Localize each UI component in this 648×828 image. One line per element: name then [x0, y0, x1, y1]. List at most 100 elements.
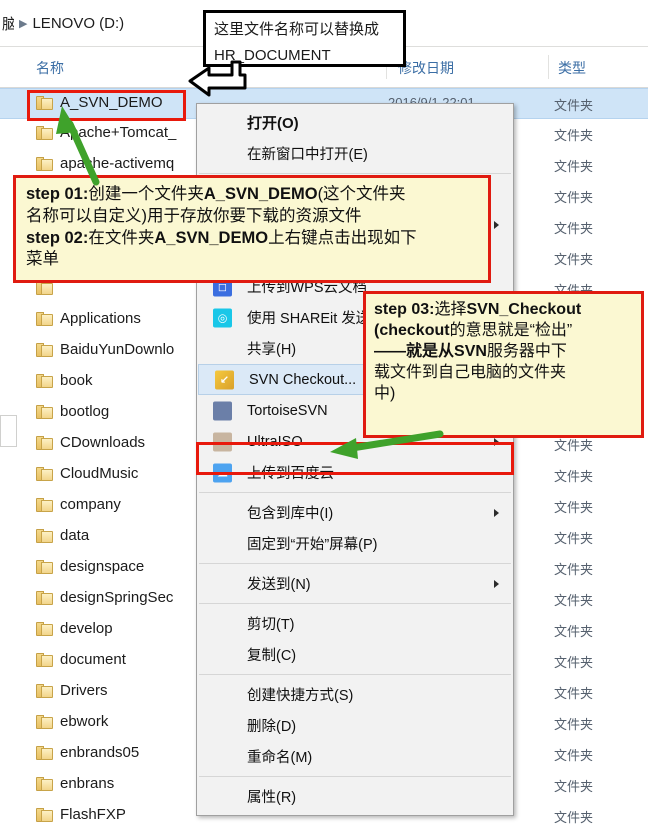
- annotation-step12-line2: 名称可以自定义)用于存放你要下载的资源文件: [26, 206, 362, 225]
- column-header-date[interactable]: 修改日期: [398, 58, 454, 78]
- context-menu-item-label: 属性(R): [247, 790, 297, 806]
- file-name[interactable]: develop: [60, 620, 113, 637]
- folder-icon: [36, 590, 54, 607]
- annotation-step3-line4: 载文件到自己电脑的文件夹: [374, 364, 567, 382]
- file-type: 文件夹: [554, 128, 594, 143]
- annotation-step3-line5: 中): [374, 385, 396, 403]
- file-name[interactable]: company: [60, 496, 121, 513]
- breadcrumb-item-current[interactable]: LENOVO (D:): [32, 15, 124, 32]
- context-menu-item[interactable]: 固定到“开始”屏幕(P): [197, 528, 513, 559]
- highlight-rect-folder: [27, 90, 186, 121]
- file-name[interactable]: Drivers: [60, 682, 108, 699]
- file-name[interactable]: CDownloads: [60, 434, 145, 451]
- folder-icon: [36, 466, 54, 483]
- context-menu-item[interactable]: 包含到库中(I): [197, 497, 513, 528]
- context-menu-separator: [199, 603, 511, 604]
- file-name[interactable]: enbrands05: [60, 744, 139, 761]
- folder-icon: [36, 528, 54, 545]
- breadcrumb[interactable]: 脑 ▶ LENOVO (D:): [2, 13, 124, 34]
- file-type: 文件夹: [554, 593, 594, 608]
- context-menu-item-label: 固定到“开始”屏幕(P): [247, 537, 378, 553]
- file-name[interactable]: document: [60, 651, 126, 668]
- context-menu-item-label: 复制(C): [247, 648, 297, 664]
- submenu-chevron-icon: [494, 508, 499, 517]
- file-type: 文件夹: [554, 562, 594, 577]
- file-type: 文件夹: [554, 190, 594, 205]
- file-name[interactable]: ebwork: [60, 713, 108, 730]
- file-name[interactable]: data: [60, 527, 89, 544]
- file-type: 文件夹: [554, 717, 594, 732]
- context-menu-separator: [199, 173, 511, 174]
- context-menu-item-label: SVN Checkout...: [249, 371, 357, 388]
- explorer-window: 脑 ▶ LENOVO (D:) 名称 修改日期 类型 A_SVN_DEMO201…: [0, 0, 648, 828]
- context-menu-item[interactable]: 属性(R): [197, 781, 513, 812]
- file-name[interactable]: designSpringSec: [60, 589, 173, 606]
- folder-icon: [36, 373, 54, 390]
- file-type: 文件夹: [554, 469, 594, 484]
- file-type: 文件夹: [554, 748, 594, 763]
- file-type: 文件夹: [554, 221, 594, 236]
- folder-icon: [36, 404, 54, 421]
- file-name[interactable]: bootlog: [60, 403, 109, 420]
- annotation-step3-line1: step 03:选择SVN_Checkout: [374, 301, 582, 318]
- context-menu-separator: [199, 674, 511, 675]
- file-name[interactable]: designspace: [60, 558, 144, 575]
- folder-icon: [36, 807, 54, 824]
- file-name[interactable]: book: [60, 372, 93, 389]
- file-type: 文件夹: [554, 779, 594, 794]
- navigation-pane-edge: [0, 415, 17, 447]
- annotation-step12-line1: step 01:创建一个文件夹A_SVN_DEMO(这个文件夹: [26, 185, 406, 203]
- context-menu-separator: [199, 492, 511, 493]
- context-menu-item[interactable]: 复制(C): [197, 639, 513, 670]
- column-divider[interactable]: [548, 55, 549, 79]
- file-type: 文件夹: [554, 531, 594, 546]
- file-name[interactable]: Applications: [60, 310, 141, 327]
- context-menu-item[interactable]: 删除(D): [197, 710, 513, 741]
- annotation-step3-line2: (checkout的意思就是“检出”: [374, 322, 573, 340]
- context-menu-item[interactable]: 剪切(T): [197, 608, 513, 639]
- file-name[interactable]: CloudMusic: [60, 465, 138, 482]
- shareit-icon: ◎: [213, 308, 232, 327]
- tortoisesvn-icon: [213, 401, 232, 420]
- context-menu-separator: [199, 563, 511, 564]
- context-menu-item-label: TortoiseSVN: [247, 402, 328, 419]
- file-name[interactable]: apache-activemq: [60, 155, 174, 172]
- folder-icon: [36, 311, 54, 328]
- folder-icon: [36, 621, 54, 638]
- highlight-rect-svn-checkout: [196, 442, 514, 475]
- context-menu-item[interactable]: 创建快捷方式(S): [197, 679, 513, 710]
- folder-icon: [36, 745, 54, 762]
- context-menu-item[interactable]: 在新窗口中打开(E): [197, 138, 513, 169]
- context-menu-item[interactable]: 重命名(M): [197, 741, 513, 772]
- file-type: 文件夹: [554, 686, 594, 701]
- annotation-step-03: step 03:选择SVN_Checkout (checkout的意思就是“检出…: [363, 291, 644, 438]
- file-type: 文件夹: [554, 159, 594, 174]
- annotation-step-01-02: step 01:创建一个文件夹A_SVN_DEMO(这个文件夹 名称可以自定义)…: [13, 175, 491, 283]
- context-menu-item[interactable]: 发送到(N): [197, 568, 513, 599]
- file-type: 文件夹: [554, 252, 594, 267]
- context-menu-item-label: 删除(D): [247, 719, 297, 735]
- annotation-step01-label: step 01:: [26, 185, 89, 203]
- file-name[interactable]: BaiduYunDownlo: [60, 341, 174, 358]
- folder-icon: [36, 156, 54, 173]
- folder-icon: [36, 683, 54, 700]
- context-menu-item[interactable]: 打开(O): [197, 107, 513, 138]
- file-name[interactable]: FlashFXP: [60, 806, 126, 823]
- annotation-step12-line4: 菜单: [26, 250, 59, 269]
- file-name[interactable]: enbrans: [60, 775, 114, 792]
- file-type: 文件夹: [554, 655, 594, 670]
- folder-icon: [36, 714, 54, 731]
- context-menu-item-label: 重命名(M): [247, 750, 313, 766]
- folder-icon: [36, 342, 54, 359]
- svn-checkout-icon: ↙: [215, 370, 234, 389]
- file-type: 文件夹: [554, 810, 594, 825]
- folder-icon: [36, 776, 54, 793]
- folder-icon: [36, 125, 54, 142]
- context-menu-item-label: 打开(O): [247, 115, 299, 132]
- file-type: 文件夹: [554, 624, 594, 639]
- submenu-chevron-icon: [494, 220, 499, 229]
- column-header-name[interactable]: 名称: [36, 58, 64, 78]
- breadcrumb-item-truncated[interactable]: 脑: [2, 13, 14, 34]
- column-header-type[interactable]: 类型: [558, 58, 586, 78]
- file-name[interactable]: Apache+Tomcat_: [60, 124, 176, 141]
